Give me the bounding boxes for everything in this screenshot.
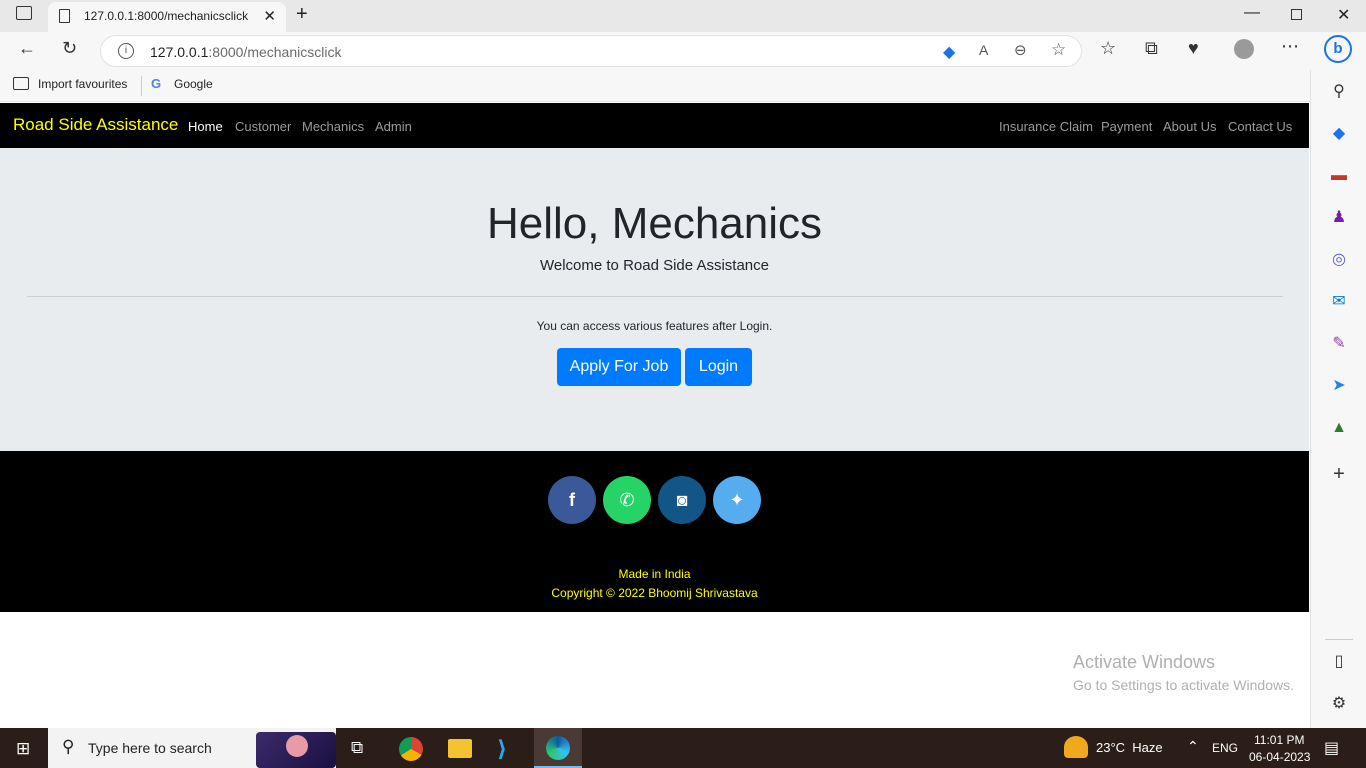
search-icon: ⚲ <box>62 737 75 756</box>
hero-note: You can access various features after Lo… <box>536 319 773 333</box>
bing-icon[interactable]: b <box>1324 35 1352 63</box>
back-icon[interactable]: ← <box>18 38 36 59</box>
tab-actions-icon[interactable] <box>16 6 32 20</box>
outlook-icon[interactable]: ✉ <box>1328 291 1350 313</box>
shopping-icon[interactable]: ◆ <box>1328 123 1350 145</box>
designer-icon[interactable]: ✎ <box>1328 333 1350 355</box>
import-favourites-link[interactable]: Import favourites <box>38 77 127 91</box>
browser-tab[interactable]: 127.0.0.1:8000/mechanicsclick ✕ <box>48 2 286 32</box>
import-icon <box>13 77 29 90</box>
moon-icon <box>286 735 308 757</box>
weather-icon[interactable] <box>1064 736 1088 758</box>
microsoft-365-icon[interactable]: ◎ <box>1328 249 1350 271</box>
google-icon: G <box>151 76 162 91</box>
site-info-icon[interactable]: i <box>118 43 134 59</box>
edge-sidebar: ⚲ ◆ ▬ ♟ ◎ ✉ ✎ ➤ ▲ + ▯ ⚙ <box>1310 70 1366 728</box>
refresh-icon[interactable]: ↻ <box>62 38 77 59</box>
taskbar-search[interactable]: ⚲ Type here to search <box>48 728 336 768</box>
chrome-icon[interactable] <box>399 737 423 761</box>
web-page: Road Side Assistance Home Customer Mecha… <box>0 103 1309 728</box>
google-link[interactable]: Google <box>174 77 213 91</box>
apply-for-job-button[interactable]: Apply For Job <box>557 348 681 386</box>
more-menu-icon[interactable]: ⋯ <box>1281 36 1299 57</box>
vscode-icon[interactable]: ⟩ <box>497 736 507 762</box>
sidebar-toggle-icon[interactable]: ▯ <box>1328 651 1350 673</box>
hero-section: Hello, Mechanics Welcome to Road Side As… <box>0 148 1309 451</box>
read-aloud-icon[interactable]: A <box>979 42 988 58</box>
sidebar-divider <box>1325 639 1353 640</box>
tools-icon[interactable]: ▬ <box>1328 165 1350 187</box>
nav-about-us[interactable]: About Us <box>1163 119 1216 134</box>
nav-admin[interactable]: Admin <box>375 119 412 134</box>
favourites-icon[interactable]: ☆ <box>1100 38 1116 59</box>
page-icon <box>59 9 70 23</box>
twitter-icon[interactable]: ✦ <box>713 476 761 524</box>
favourites-bar: Import favourites G Google <box>0 70 1310 102</box>
search-icon[interactable]: ⚲ <box>1328 81 1350 103</box>
site-footer: f ✆ ◙ ✦ Made in India Copyright © 2022 B… <box>0 451 1309 612</box>
games-icon[interactable]: ♟ <box>1328 207 1350 229</box>
edge-icon[interactable] <box>546 736 570 760</box>
taskbar-search-placeholder: Type here to search <box>88 740 212 756</box>
tree-icon[interactable]: ▲ <box>1328 417 1350 439</box>
nav-payment[interactable]: Payment <box>1101 119 1152 134</box>
activation-watermark-title: Activate Windows <box>1073 652 1216 672</box>
login-button[interactable]: Login <box>685 348 752 386</box>
copyright-text: Copyright © 2022 Bhoomij Shrivastava <box>551 586 758 600</box>
restore-icon[interactable] <box>1291 9 1302 20</box>
instagram-icon[interactable]: ◙ <box>658 476 706 524</box>
windows-start-icon[interactable]: ⊞ <box>16 740 33 757</box>
windows-taskbar: ⊞ ⚲ Type here to search ⧉ ⟩ 23°C Haze ⌃ … <box>0 728 1366 768</box>
facebook-icon[interactable]: f <box>548 476 596 524</box>
add-favourite-icon[interactable]: ☆ <box>1051 40 1066 60</box>
clock-time[interactable]: 11:01 PM <box>1254 733 1304 747</box>
clock-date[interactable]: 06-04-2023 <box>1249 750 1310 764</box>
favourites-divider <box>141 76 142 96</box>
nav-home[interactable]: Home <box>188 119 223 134</box>
shopping-tag-icon[interactable]: ◆ <box>943 42 955 62</box>
address-bar[interactable]: i 127.0.0.1:8000/mechanicsclick ◆ A ⊖ ☆ <box>100 35 1082 67</box>
nav-contact-us[interactable]: Contact Us <box>1228 119 1292 134</box>
hero-subtitle: Welcome to Road Side Assistance <box>539 257 769 274</box>
minimize-icon[interactable]: — <box>1244 4 1260 22</box>
settings-icon[interactable]: ⚙ <box>1328 693 1350 715</box>
nav-mechanics[interactable]: Mechanics <box>302 119 364 134</box>
close-window-icon[interactable]: ✕ <box>1337 5 1350 25</box>
site-navbar: Road Side Assistance Home Customer Mecha… <box>0 103 1309 148</box>
made-in-text: Made in India <box>618 567 691 581</box>
notifications-icon[interactable]: ▤ <box>1324 738 1339 758</box>
file-explorer-icon[interactable] <box>448 739 472 758</box>
whatsapp-icon[interactable]: ✆ <box>603 476 651 524</box>
nav-customer[interactable]: Customer <box>235 119 291 134</box>
language-indicator[interactable]: ENG <box>1212 741 1238 755</box>
send-icon[interactable]: ➤ <box>1328 375 1350 397</box>
divider <box>27 296 1283 297</box>
new-tab-icon[interactable]: + <box>296 3 308 26</box>
close-tab-icon[interactable]: ✕ <box>263 7 276 25</box>
add-icon[interactable]: + <box>1328 463 1350 485</box>
profile-avatar[interactable] <box>1234 39 1254 59</box>
tab-title: 127.0.0.1:8000/mechanicsclick <box>84 9 249 23</box>
site-brand[interactable]: Road Side Assistance <box>13 115 178 135</box>
browser-toolbar: ← ↻ i 127.0.0.1:8000/mechanicsclick ◆ A … <box>0 32 1366 70</box>
weather-text[interactable]: 23°C Haze <box>1096 740 1163 755</box>
health-icon[interactable]: ♥ <box>1188 38 1199 59</box>
url-text[interactable]: 127.0.0.1:8000/mechanicsclick <box>150 44 341 60</box>
zoom-out-icon[interactable]: ⊖ <box>1014 41 1027 59</box>
hero-title: Hello, Mechanics <box>486 199 823 248</box>
nav-insurance-claim[interactable]: Insurance Claim <box>999 119 1093 134</box>
tray-chevron-icon[interactable]: ⌃ <box>1187 738 1199 755</box>
tab-strip: 127.0.0.1:8000/mechanicsclick ✕ + — ✕ <box>0 0 1366 32</box>
activation-watermark-text: Go to Settings to activate Windows. <box>1073 677 1294 693</box>
task-view-icon[interactable]: ⧉ <box>351 738 363 758</box>
collections-icon[interactable]: ⧉ <box>1145 38 1158 59</box>
